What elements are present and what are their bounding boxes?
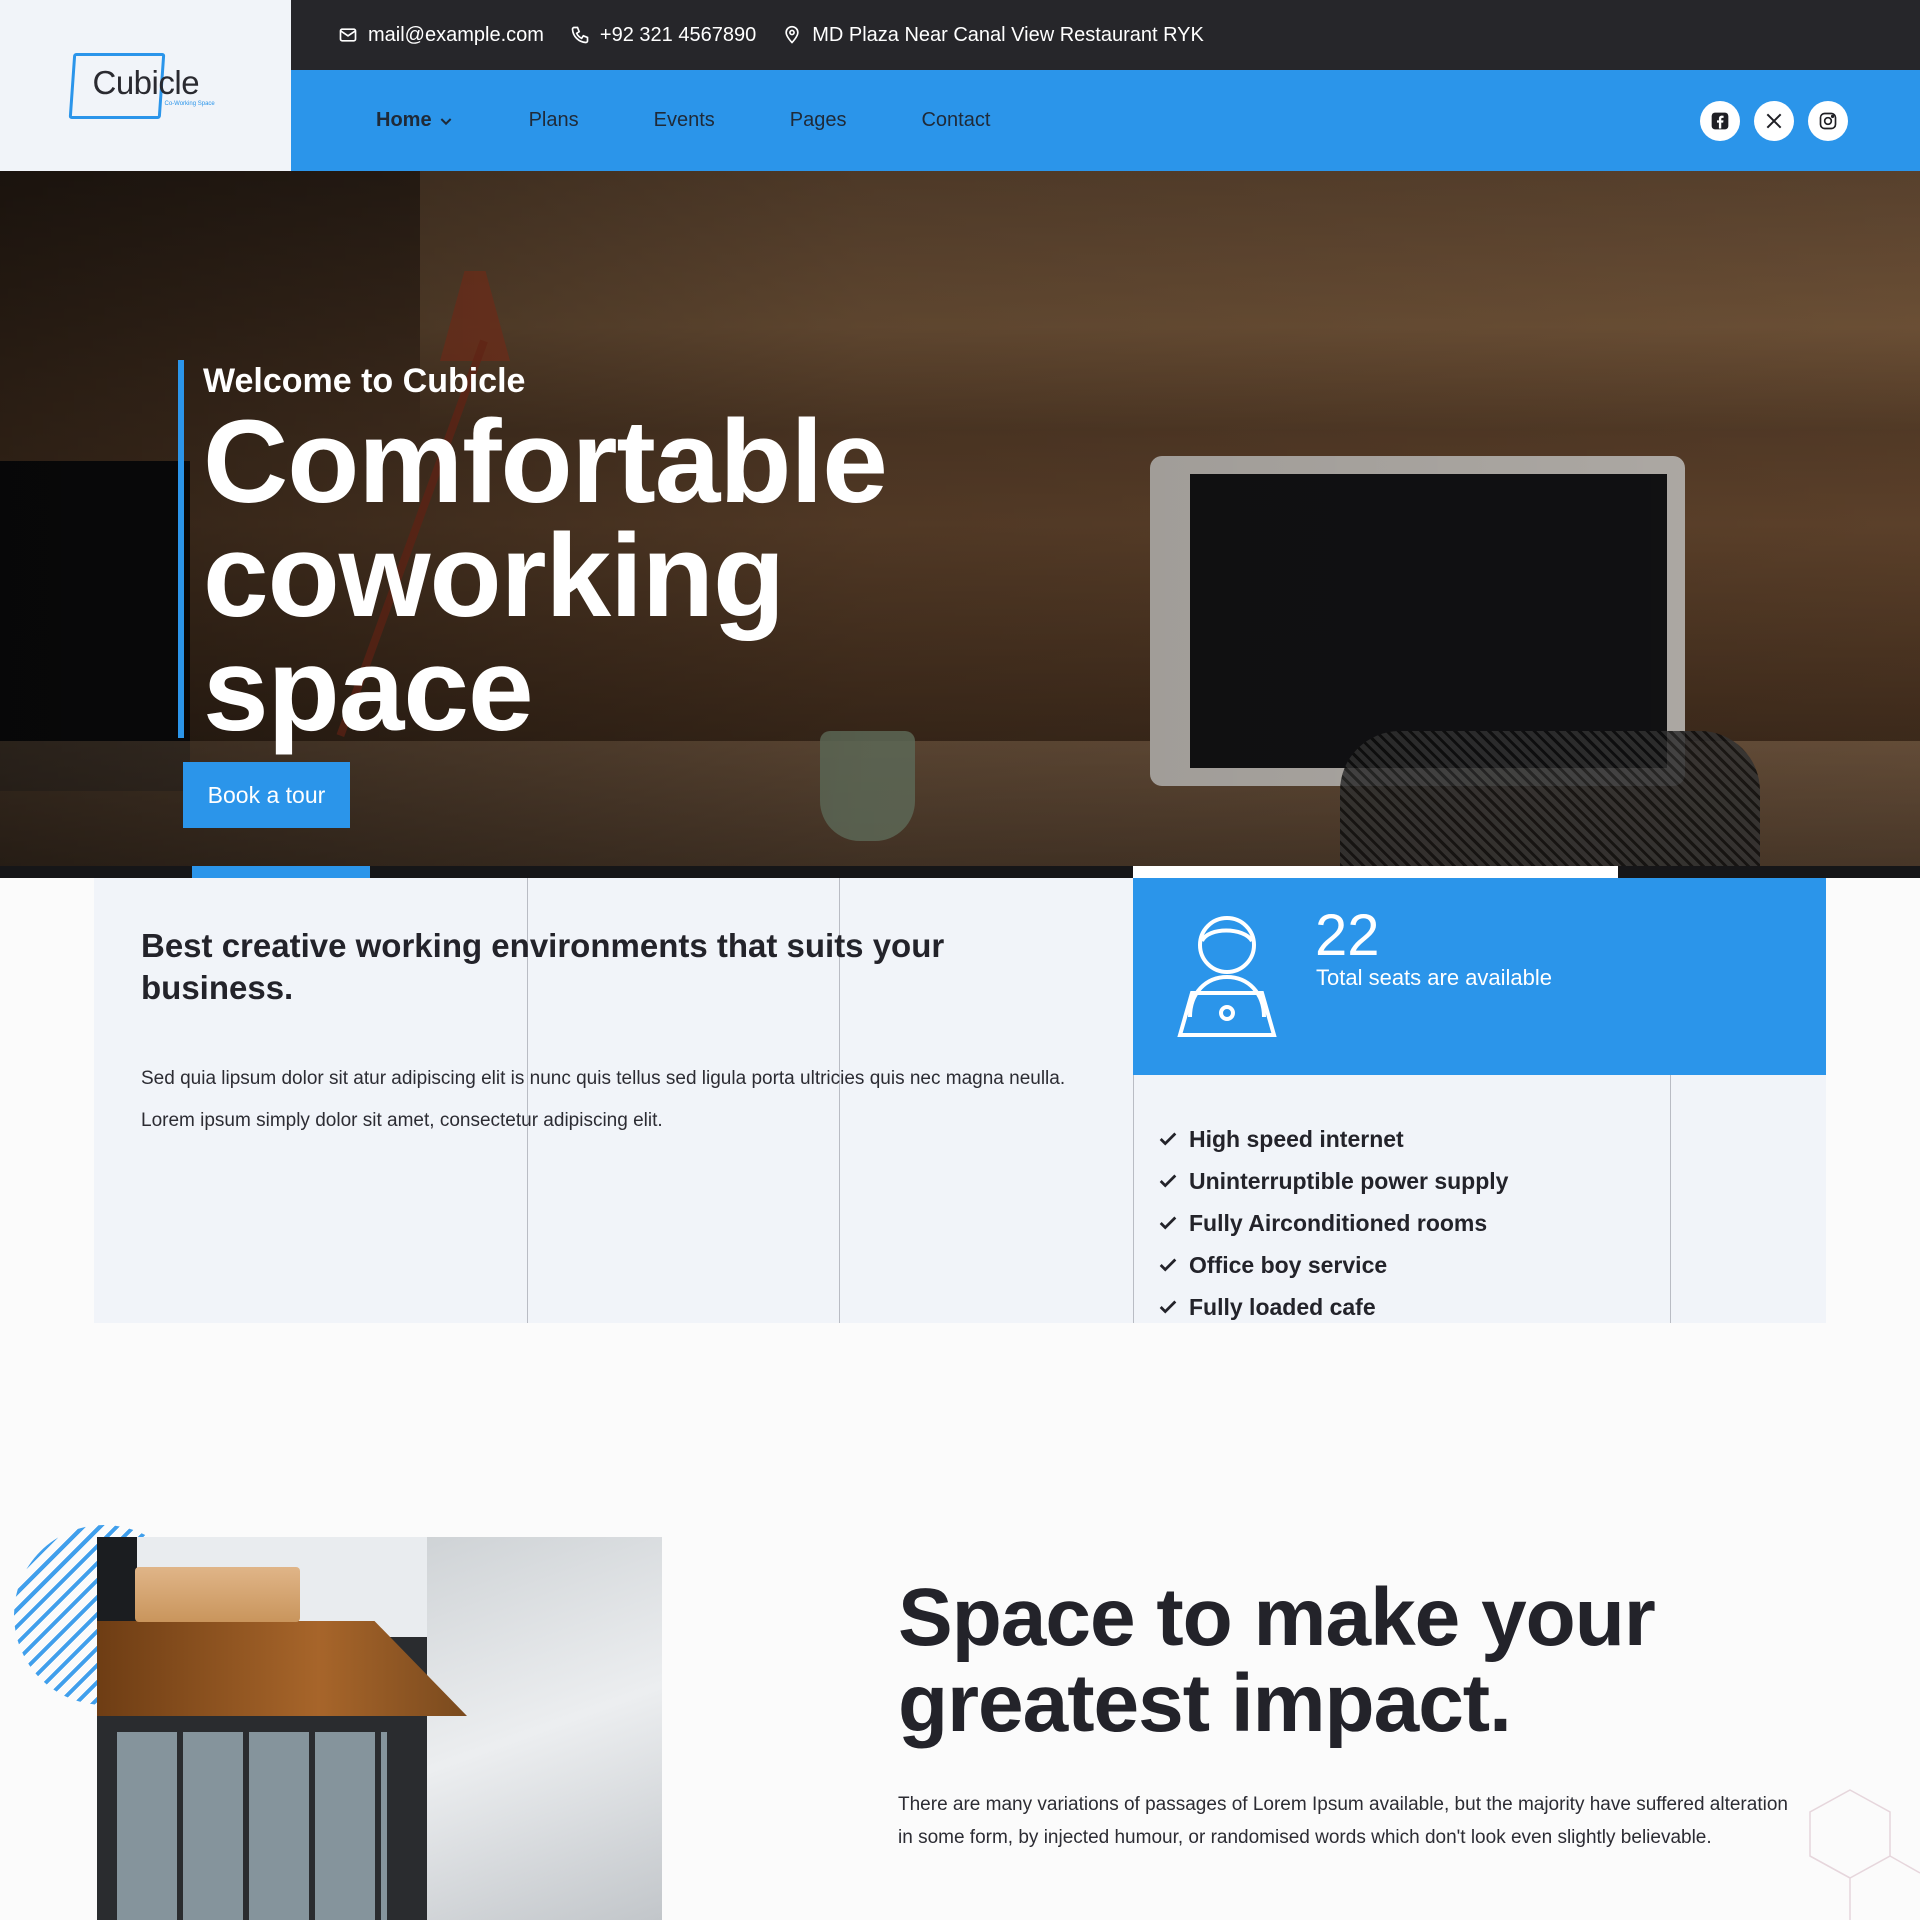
x-icon: [1766, 113, 1782, 129]
instagram-link[interactable]: [1808, 101, 1848, 141]
address-item[interactable]: MD Plaza Near Canal View Restaurant RYK: [782, 24, 1204, 47]
logo-tagline: Co-Working Space: [164, 100, 215, 107]
main-navbar: Home Plans Events Pages Contact: [291, 70, 1920, 171]
email-item[interactable]: mail@example.com: [338, 24, 544, 47]
contact-topbar: mail@example.com +92 321 4567890 MD Plaz…: [291, 0, 1920, 70]
list-item: Uninterruptible power supply: [1157, 1160, 1508, 1202]
x-link[interactable]: [1754, 101, 1794, 141]
hexagon-pattern-decoration: [1809, 1789, 1920, 1920]
seats-count: 22: [1315, 903, 1380, 968]
nav-item-events[interactable]: Events: [654, 109, 715, 132]
person-laptop-icon: [1177, 916, 1277, 1037]
about-text: There are many variations of passages of…: [898, 1794, 1788, 1848]
office-interior-image: [97, 1537, 662, 1920]
amenity-label: Fully loaded cafe: [1189, 1293, 1376, 1320]
hero-accent-bar: [178, 360, 184, 738]
hero-title: Comfortable coworking space: [203, 396, 888, 756]
feature-text: Sed quia lipsum dolor sit atur adipiscin…: [141, 1068, 1066, 1131]
feature-title: Best creative working environments that …: [141, 927, 945, 1006]
phone-icon: [571, 26, 589, 44]
check-icon: [1159, 1216, 1177, 1230]
chevron-down-icon: [440, 117, 451, 125]
nav-item-pages[interactable]: Pages: [790, 109, 847, 132]
amenity-label: Fully Airconditioned rooms: [1189, 1209, 1488, 1236]
phone-item[interactable]: +92 321 4567890: [570, 24, 756, 47]
logo[interactable]: Cubicle Co-Working Space: [0, 0, 291, 171]
seats-label: Total seats are available: [1316, 965, 1553, 990]
amenities-list: High speed internet Uninterruptible powe…: [1157, 1118, 1508, 1328]
check-icon: [1159, 1174, 1177, 1188]
book-tour-button[interactable]: Book a tour: [183, 762, 350, 828]
facebook-icon: [1711, 112, 1729, 130]
amenity-label: Uninterruptible power supply: [1189, 1167, 1509, 1194]
logo-text: Cubicle: [92, 63, 200, 101]
hero-underbar: [0, 866, 1920, 878]
phone-text: +92 321 4567890: [599, 23, 757, 46]
nav-item-contact[interactable]: Contact: [921, 109, 990, 132]
list-item: Office boy service: [1157, 1244, 1508, 1286]
list-item: Fully loaded cafe: [1157, 1286, 1508, 1328]
address-text: MD Plaza Near Canal View Restaurant RYK: [812, 23, 1204, 46]
nav-item-plans[interactable]: Plans: [529, 109, 579, 132]
facebook-link[interactable]: [1700, 101, 1740, 141]
location-pin-icon: [785, 25, 799, 44]
amenity-label: Office boy service: [1189, 1251, 1388, 1278]
amenity-label: High speed internet: [1189, 1125, 1404, 1152]
nav-label-home: Home: [376, 109, 432, 131]
email-text: mail@example.com: [368, 23, 544, 46]
social-links: [1700, 101, 1848, 141]
mail-icon: [339, 28, 357, 42]
check-icon: [1159, 1132, 1177, 1146]
instagram-icon: [1819, 112, 1837, 130]
about-title: Space to make your greatest impact.: [898, 1572, 1656, 1749]
list-item: Fully Airconditioned rooms: [1157, 1202, 1508, 1244]
check-icon: [1159, 1300, 1177, 1314]
list-item: High speed internet: [1157, 1118, 1508, 1160]
check-icon: [1159, 1258, 1177, 1272]
nav-item-home[interactable]: Home: [376, 109, 454, 132]
